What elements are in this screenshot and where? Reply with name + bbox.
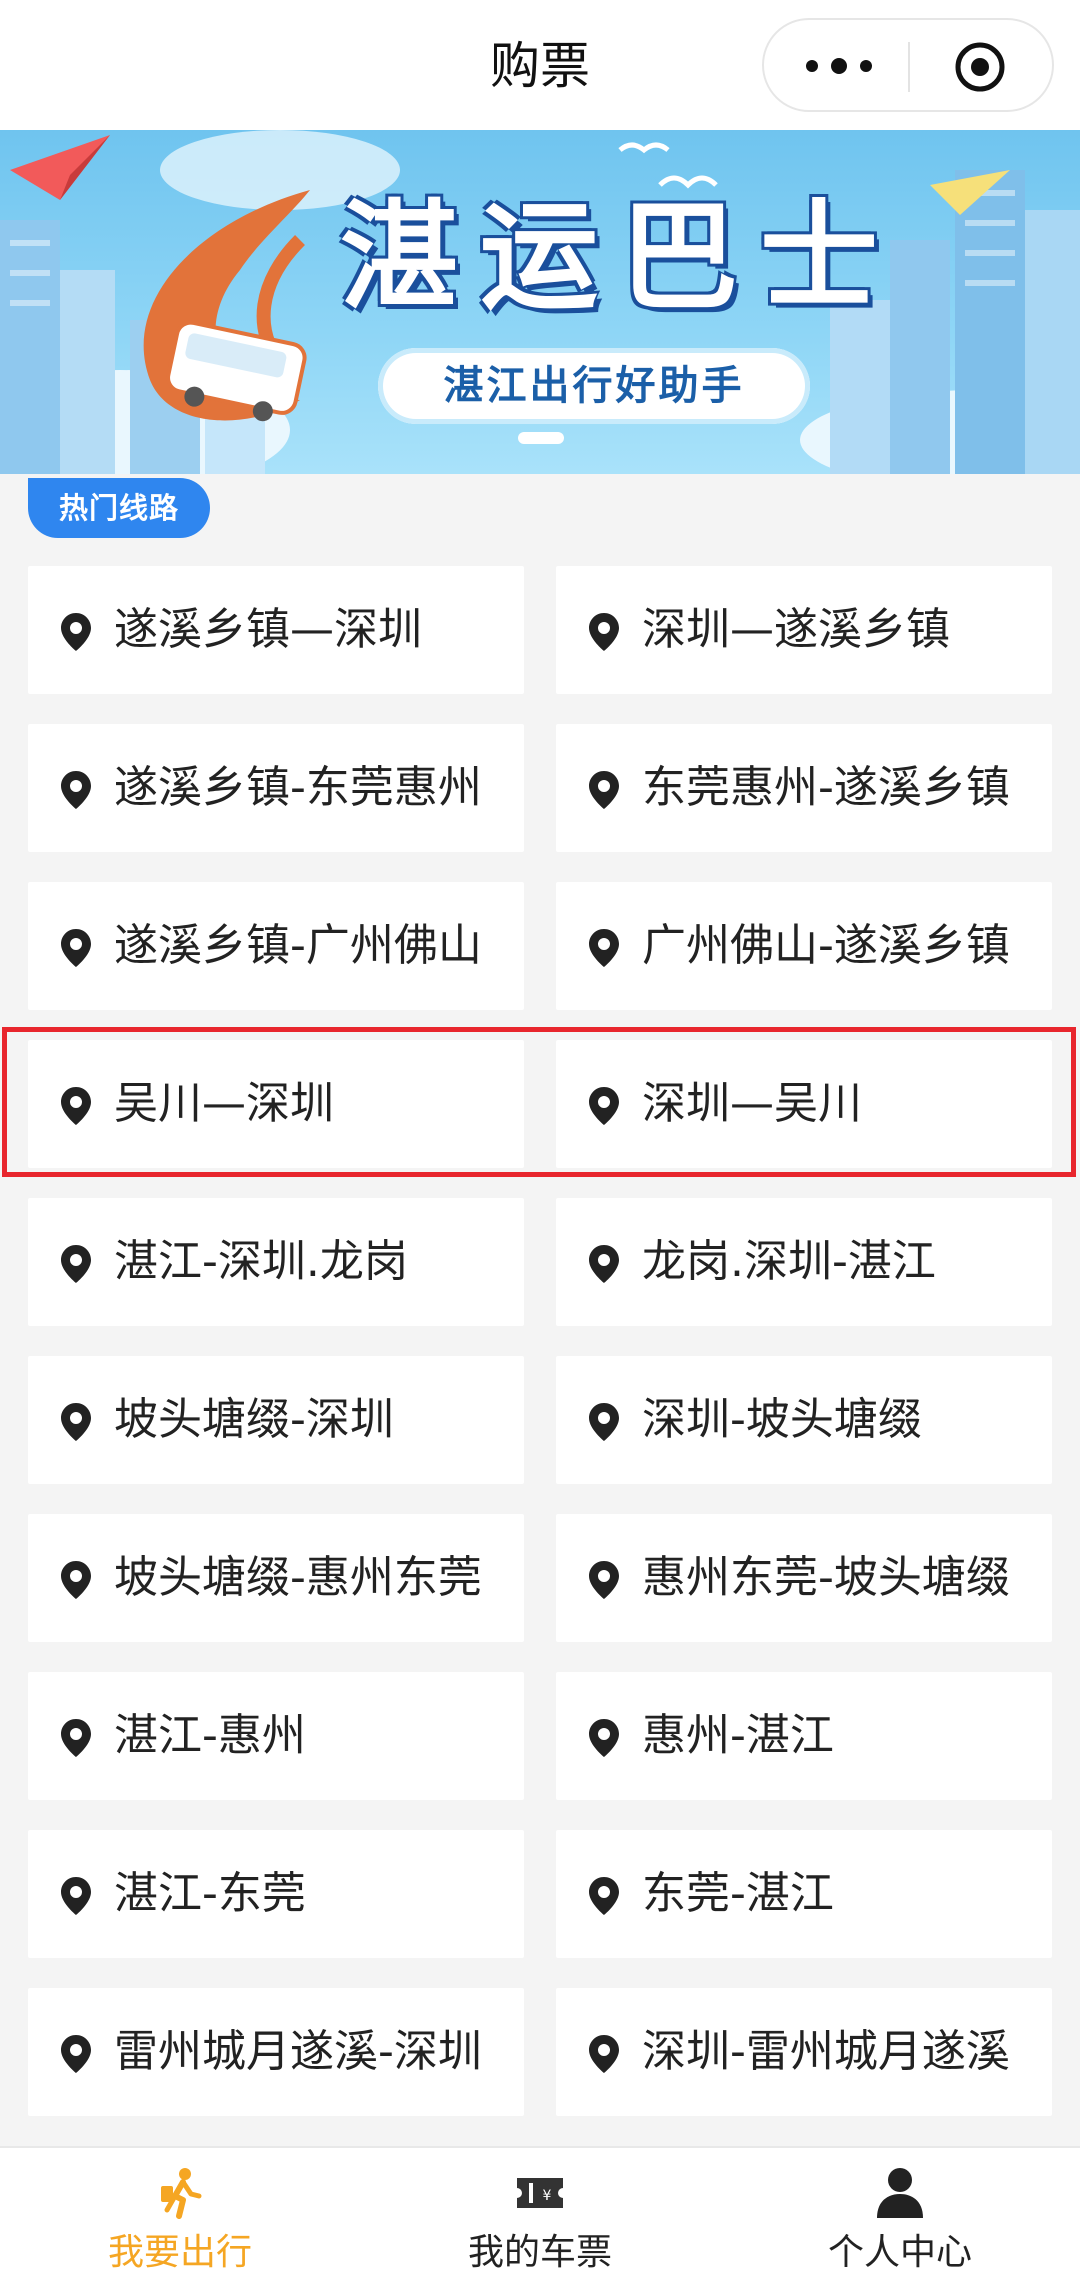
app-root: 购票 湛运巴士 湛江出行好助手 热门线路 遂溪乡镇—深圳 深圳—遂溪乡镇 遂溪乡… [0,0,1080,2296]
location-pin-icon [61,2035,91,2073]
location-pin-icon [589,1561,619,1599]
route-card[interactable]: 湛江-惠州 [28,1672,524,1800]
route-card[interactable]: 坡头塘缀-深圳 [28,1356,524,1484]
route-card[interactable]: 遂溪乡镇—深圳 [28,566,524,694]
location-pin-icon [589,1719,619,1757]
route-label: 吴川—深圳 [114,1078,334,1129]
route-card[interactable]: 东莞-湛江 [556,1830,1052,1958]
location-pin-icon [589,1877,619,1915]
route-label: 湛江-惠州 [114,1710,306,1761]
route-label: 坡头塘缀-惠州东莞 [114,1552,482,1603]
route-label: 遂溪乡镇—深圳 [114,604,422,655]
route-label: 遂溪乡镇-东莞惠州 [114,762,482,813]
location-pin-icon [589,613,619,651]
location-pin-icon [61,1403,91,1441]
route-label: 深圳-雷州城月遂溪 [642,2026,1010,2077]
route-label: 雷州城月遂溪-深圳 [114,2026,482,2077]
route-label: 遂溪乡镇-广州佛山 [114,920,482,971]
route-label: 龙岗.深圳-湛江 [642,1236,936,1287]
tab-label: 我要出行 [107,2232,252,2273]
more-dots-icon[interactable] [806,57,872,75]
route-card[interactable]: 东莞惠州-遂溪乡镇 [556,724,1052,852]
route-label: 坡头塘缀-深圳 [114,1394,394,1445]
location-pin-icon [589,929,619,967]
location-pin-icon [61,771,91,809]
route-card[interactable]: 吴川—深圳 [28,1040,524,1168]
nav-header: 购票 [0,0,1080,130]
route-card[interactable]: 遂溪乡镇-广州佛山 [28,882,524,1010]
route-card[interactable]: 遂溪乡镇-东莞惠州 [28,724,524,852]
location-pin-icon [589,2035,619,2073]
tab-go-travel[interactable]: 我要出行 [0,2148,360,2296]
route-label: 惠州东莞-坡头塘缀 [642,1552,1010,1603]
mini-program-capsule [762,18,1054,112]
route-card[interactable]: 深圳-坡头塘缀 [556,1356,1052,1484]
route-card[interactable]: 湛江-深圳.龙岗 [28,1198,524,1326]
walking-person-icon [161,2168,202,2219]
location-pin-icon [61,1877,91,1915]
svg-text:¥: ¥ [543,2188,552,2204]
bottom-tab-bar: 我要出行 ¥ 我的车票 个人中心 [0,2146,1080,2296]
route-card[interactable]: 龙岗.深圳-湛江 [556,1198,1052,1326]
route-label: 惠州-湛江 [642,1710,834,1761]
route-label: 广州佛山-遂溪乡镇 [642,920,1010,971]
hot-routes-tag: 热门线路 [28,478,210,538]
route-label: 深圳-坡头塘缀 [642,1394,922,1445]
tab-my-tickets[interactable]: ¥ 我的车票 [360,2148,720,2296]
capsule-divider [908,42,910,92]
route-label: 湛江-东莞 [114,1868,306,1919]
tab-label: 我的车票 [467,2232,612,2273]
user-icon [877,2168,923,2218]
route-card[interactable]: 深圳—吴川 [556,1040,1052,1168]
location-pin-icon [61,1245,91,1283]
promo-banner[interactable]: 湛运巴士 湛江出行好助手 [0,130,1080,474]
route-card[interactable]: 惠州-湛江 [556,1672,1052,1800]
route-card[interactable]: 深圳—遂溪乡镇 [556,566,1052,694]
tab-profile[interactable]: 个人中心 [720,2148,1080,2296]
route-card[interactable]: 惠州东莞-坡头塘缀 [556,1514,1052,1642]
banner-indicator [518,432,564,444]
route-card[interactable]: 湛江-东莞 [28,1830,524,1958]
banner-slogan: 湛江出行好助手 [378,348,810,424]
route-label: 东莞惠州-遂溪乡镇 [642,762,1010,813]
location-pin-icon [61,929,91,967]
tab-label: 个人中心 [827,2232,972,2273]
target-close-icon[interactable] [954,41,1006,93]
location-pin-icon [61,613,91,651]
banner-title: 湛运巴士 [340,188,901,326]
route-card[interactable]: 雷州城月遂溪-深圳 [28,1988,524,2116]
location-pin-icon [61,1719,91,1757]
ticket-icon: ¥ [517,2178,563,2208]
location-pin-icon [61,1561,91,1599]
route-label: 深圳—遂溪乡镇 [642,604,950,655]
location-pin-icon [589,771,619,809]
location-pin-icon [589,1087,619,1125]
route-card[interactable]: 广州佛山-遂溪乡镇 [556,882,1052,1010]
route-label: 湛江-深圳.龙岗 [114,1236,408,1287]
route-card[interactable]: 深圳-雷州城月遂溪 [556,1988,1052,2116]
location-pin-icon [589,1245,619,1283]
location-pin-icon [589,1403,619,1441]
route-label: 深圳—吴川 [642,1078,862,1129]
location-pin-icon [61,1087,91,1125]
route-label: 东莞-湛江 [642,1868,834,1919]
route-card[interactable]: 坡头塘缀-惠州东莞 [28,1514,524,1642]
